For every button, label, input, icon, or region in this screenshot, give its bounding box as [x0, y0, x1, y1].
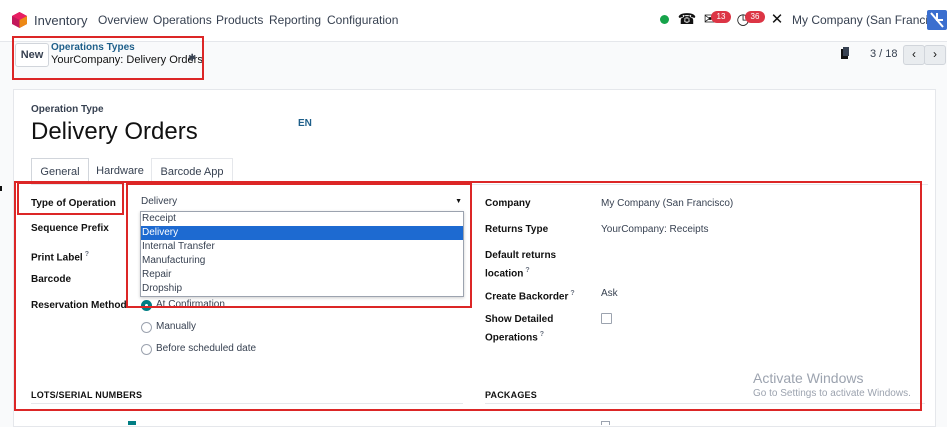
inventory-app-icon[interactable] — [12, 12, 27, 28]
radio-before-scheduled-date[interactable] — [141, 344, 152, 355]
show-detailed-operations-checkbox[interactable] — [601, 313, 612, 324]
type-of-operation-label: Type of Operation — [31, 198, 116, 209]
new-button[interactable]: New — [15, 43, 49, 67]
radio-manually-label: Manually — [156, 321, 197, 332]
breadcrumb-current: YourCompany: Delivery Orders — [51, 54, 203, 66]
option-delivery[interactable]: Delivery — [141, 226, 463, 240]
show-detailed-operations-label: Show Detailed Operations? — [485, 314, 554, 344]
create-backorder-label: Create Backorder? — [485, 290, 575, 303]
breadcrumb-parent[interactable]: Operations Types — [51, 42, 135, 53]
radio-at-confirmation-label: At Confirmation — [156, 299, 225, 310]
default-returns-label: Default returns location? — [485, 250, 557, 280]
option-internal-transfer[interactable]: Internal Transfer — [141, 240, 463, 254]
radio-before-scheduled-date-label: Before scheduled date — [156, 343, 257, 354]
menu-reporting[interactable]: Reporting — [269, 13, 321, 27]
print-label-help[interactable]: ? — [85, 251, 89, 258]
phone-icon[interactable]: ☎ — [677, 10, 697, 30]
activate-windows-title: Activate Windows — [753, 370, 864, 386]
menu-operations[interactable]: Operations — [153, 13, 212, 27]
type-of-operation-dropdown: Receipt Delivery Internal Transfer Manuf… — [140, 211, 464, 297]
radio-manually[interactable] — [141, 322, 152, 333]
type-of-operation-value: Delivery — [141, 196, 178, 207]
language-button[interactable]: EN — [298, 118, 312, 129]
avatar[interactable] — [927, 10, 947, 30]
checkbox-peek-right[interactable] — [601, 421, 610, 425]
returns-type-value[interactable]: YourCompany: Receipts — [601, 224, 708, 235]
pager-prev-button[interactable]: ‹ — [903, 45, 925, 65]
menu-overview[interactable]: Overview — [98, 13, 148, 27]
print-label-label: Print Label? — [31, 251, 89, 264]
gear-icon[interactable]: ✱ — [188, 53, 196, 64]
lots-serial-section-title: LOTS/SERIAL NUMBERS — [31, 390, 143, 400]
pager-value[interactable]: 3 / 18 — [870, 48, 898, 60]
returns-type-label: Returns Type — [485, 224, 549, 235]
company-switcher[interactable]: My Company (San Francisco) — [792, 13, 947, 27]
sequence-prefix-label: Sequence Prefix — [31, 223, 109, 234]
company-value[interactable]: My Company (San Francisco) — [601, 198, 733, 209]
packages-section-divider — [485, 403, 925, 404]
cursor-mark — [0, 186, 2, 191]
reservation-method-label: Reservation Method — [31, 300, 127, 311]
tab-barcode-app[interactable]: Barcode App — [151, 158, 233, 184]
radio-at-confirmation[interactable] — [141, 300, 152, 311]
company-label: Company — [485, 198, 531, 209]
tab-hardware[interactable]: Hardware — [89, 158, 151, 184]
tab-general[interactable]: General — [31, 158, 89, 184]
packages-section-title: PACKAGES — [485, 390, 537, 400]
option-receipt[interactable]: Receipt — [141, 212, 463, 226]
type-of-operation-select[interactable]: Delivery ▼ — [141, 196, 464, 212]
app-name[interactable]: Inventory — [34, 13, 87, 28]
status-dot — [660, 15, 669, 24]
activate-windows-subtitle: Go to Settings to activate Windows. — [753, 388, 911, 399]
lots-section-divider — [31, 403, 463, 404]
checkbox-peek[interactable] — [128, 421, 136, 425]
show-detailed-help[interactable]: ? — [540, 331, 544, 338]
attachment-icon[interactable] — [840, 47, 850, 60]
tools-icon[interactable]: ✕ — [767, 10, 787, 30]
messages-badge: 13 — [711, 11, 731, 23]
default-returns-help[interactable]: ? — [525, 267, 529, 274]
caret-down-icon: ▼ — [455, 198, 462, 205]
create-backorder-help[interactable]: ? — [570, 290, 574, 297]
option-repair[interactable]: Repair — [141, 268, 463, 282]
option-dropship[interactable]: Dropship — [141, 282, 463, 296]
pager-next-button[interactable]: › — [924, 45, 946, 65]
option-manufacturing[interactable]: Manufacturing — [141, 254, 463, 268]
menu-configuration[interactable]: Configuration — [327, 13, 398, 27]
create-backorder-value[interactable]: Ask — [601, 288, 618, 299]
page-title[interactable]: Delivery Orders — [31, 118, 198, 146]
activities-badge: 36 — [745, 11, 765, 23]
operation-type-label: Operation Type — [31, 104, 104, 115]
menu-products[interactable]: Products — [216, 13, 263, 27]
barcode-label: Barcode — [31, 274, 72, 285]
